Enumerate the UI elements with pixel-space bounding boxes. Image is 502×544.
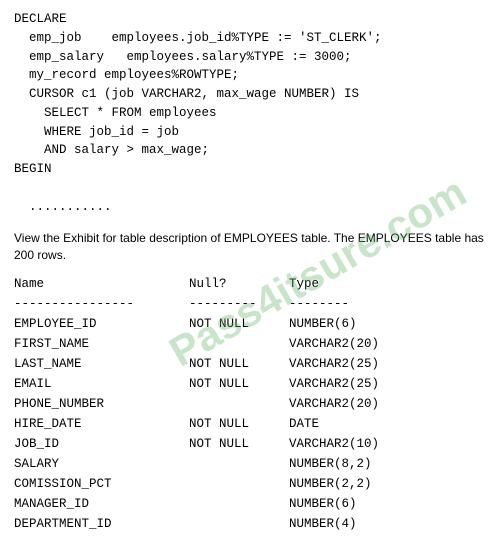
cell-type: VARCHAR2(25) <box>289 354 439 374</box>
table-divider: ---------------- --------- -------- <box>14 294 488 314</box>
cell-null <box>189 334 289 354</box>
table-row: DEPARTMENT_ID NUMBER(4) <box>14 514 488 534</box>
table-row: PHONE_NUMBER VARCHAR2(20) <box>14 394 488 414</box>
table-row: LAST_NAMENOT NULLVARCHAR2(25) <box>14 354 488 374</box>
cell-name: EMAIL <box>14 374 189 394</box>
table-row: COMISSION_PCT NUMBER(2,2) <box>14 474 488 494</box>
cell-null: NOT NULL <box>189 434 289 454</box>
cell-type: VARCHAR2(20) <box>289 334 439 354</box>
table-row: MANAGER_ID NUMBER(6) <box>14 494 488 514</box>
table-header: Name Null? Type <box>14 274 488 294</box>
table-row: HIRE_DATENOT NULLDATE <box>14 414 488 434</box>
cell-null <box>189 454 289 474</box>
col-header-name: Name <box>14 274 189 294</box>
cell-type: NUMBER(8,2) <box>289 454 439 474</box>
cell-name: COMISSION_PCT <box>14 474 189 494</box>
table-row: EMPLOYEE_IDNOT NULLNUMBER(6) <box>14 314 488 334</box>
cell-null <box>189 474 289 494</box>
divider-name: ---------------- <box>14 294 189 314</box>
cell-name: EMPLOYEE_ID <box>14 314 189 334</box>
cell-type: VARCHAR2(20) <box>289 394 439 414</box>
col-header-type: Type <box>289 274 439 294</box>
cell-null: NOT NULL <box>189 314 289 334</box>
col-header-null: Null? <box>189 274 289 294</box>
cell-name: FIRST_NAME <box>14 334 189 354</box>
cell-name: HIRE_DATE <box>14 414 189 434</box>
cell-null: NOT NULL <box>189 414 289 434</box>
cell-type: DATE <box>289 414 439 434</box>
table-row: JOB_IDNOT NULLVARCHAR2(10) <box>14 434 488 454</box>
cell-name: JOB_ID <box>14 434 189 454</box>
cell-null <box>189 514 289 534</box>
cell-name: MANAGER_ID <box>14 494 189 514</box>
cell-null: NOT NULL <box>189 354 289 374</box>
cell-type: NUMBER(6) <box>289 314 439 334</box>
cell-type: VARCHAR2(25) <box>289 374 439 394</box>
cell-name: DEPARTMENT_ID <box>14 514 189 534</box>
cell-type: VARCHAR2(10) <box>289 434 439 454</box>
cell-type: NUMBER(4) <box>289 514 439 534</box>
description-text: View the Exhibit for table description o… <box>14 230 488 264</box>
cell-type: NUMBER(6) <box>289 494 439 514</box>
table-row: FIRST_NAME VARCHAR2(20) <box>14 334 488 354</box>
cell-null <box>189 494 289 514</box>
table-row: SALARY NUMBER(8,2) <box>14 454 488 474</box>
cell-name: LAST_NAME <box>14 354 189 374</box>
table-row: EMAILNOT NULLVARCHAR2(25) <box>14 374 488 394</box>
cell-name: PHONE_NUMBER <box>14 394 189 414</box>
employees-table: Name Null? Type ---------------- -------… <box>14 274 488 534</box>
cell-type: NUMBER(2,2) <box>289 474 439 494</box>
divider-type: -------- <box>289 294 439 314</box>
cell-null: NOT NULL <box>189 374 289 394</box>
cell-name: SALARY <box>14 454 189 474</box>
code-block: DECLARE emp_job employees.job_id%TYPE :=… <box>14 10 488 216</box>
divider-null: --------- <box>189 294 289 314</box>
cell-null <box>189 394 289 414</box>
